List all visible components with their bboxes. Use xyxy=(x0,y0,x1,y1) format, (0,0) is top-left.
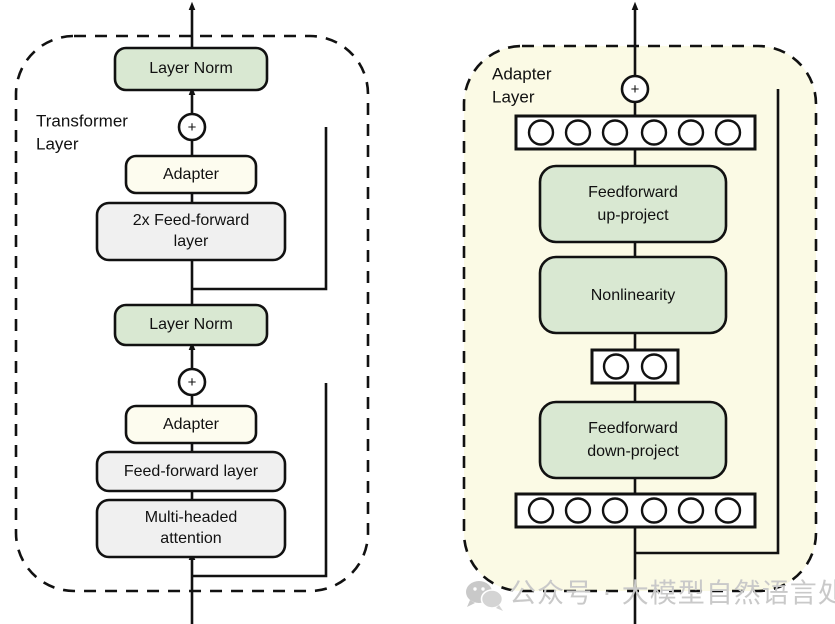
neuron xyxy=(640,353,668,380)
layer-norm-mid-label: Layer Norm xyxy=(149,316,233,333)
neuron xyxy=(601,119,629,146)
transformer-layer-label-line1: Transformer xyxy=(36,111,128,130)
neuron xyxy=(527,497,555,524)
figure-canvas: Multi-headed attention Feed-forward laye… xyxy=(0,0,835,624)
feedforward-up-project-label-line2: up-project xyxy=(597,207,669,224)
multi-headed-attention-label-line1: Multi-headed xyxy=(145,509,238,526)
transformer-layer-label-line2: Layer xyxy=(36,134,79,153)
neuron xyxy=(714,497,742,524)
neuron xyxy=(564,119,592,146)
neuron xyxy=(564,497,592,524)
adapter-bottom-label: Adapter xyxy=(163,416,220,433)
adder-top-symbol: + xyxy=(188,119,197,136)
adapter-layer-label-line1: Adapter xyxy=(492,64,552,83)
neuron xyxy=(601,497,629,524)
neuron xyxy=(677,497,705,524)
feedforward-up-project-block xyxy=(538,164,728,244)
adapter-top-label: Adapter xyxy=(163,166,220,183)
adapter-architecture-diagram: Multi-headed attention Feed-forward laye… xyxy=(14,1,835,624)
feedforward-down-project-block xyxy=(538,400,728,480)
feedforward-down-project-label-line2: down-project xyxy=(587,443,679,460)
feedforward-up-project-label-line1: Feedforward xyxy=(588,184,678,201)
layer-norm-top-label: Layer Norm xyxy=(149,60,233,77)
adder-bottom-symbol: + xyxy=(188,374,197,391)
neuron xyxy=(640,119,668,146)
feed-forward-2x-label-line2: layer xyxy=(174,233,209,250)
adapter-layer-label-line2: Layer xyxy=(492,87,535,106)
nonlinearity-label: Nonlinearity xyxy=(591,287,675,304)
feed-forward-layer-label: Feed-forward layer xyxy=(124,463,259,480)
neuron xyxy=(677,119,705,146)
feed-forward-2x-label-line1: 2x Feed-forward xyxy=(133,212,250,229)
multi-headed-attention-label-line2: attention xyxy=(160,530,221,547)
neuron xyxy=(527,119,555,146)
feedforward-down-project-label-line1: Feedforward xyxy=(588,420,678,437)
neuron xyxy=(714,119,742,146)
watermark-text: 公众号 · 大模型自然语言处理 xyxy=(509,579,835,610)
neuron xyxy=(640,497,668,524)
neuron xyxy=(602,353,630,380)
adder-adapter-symbol: + xyxy=(631,81,640,98)
